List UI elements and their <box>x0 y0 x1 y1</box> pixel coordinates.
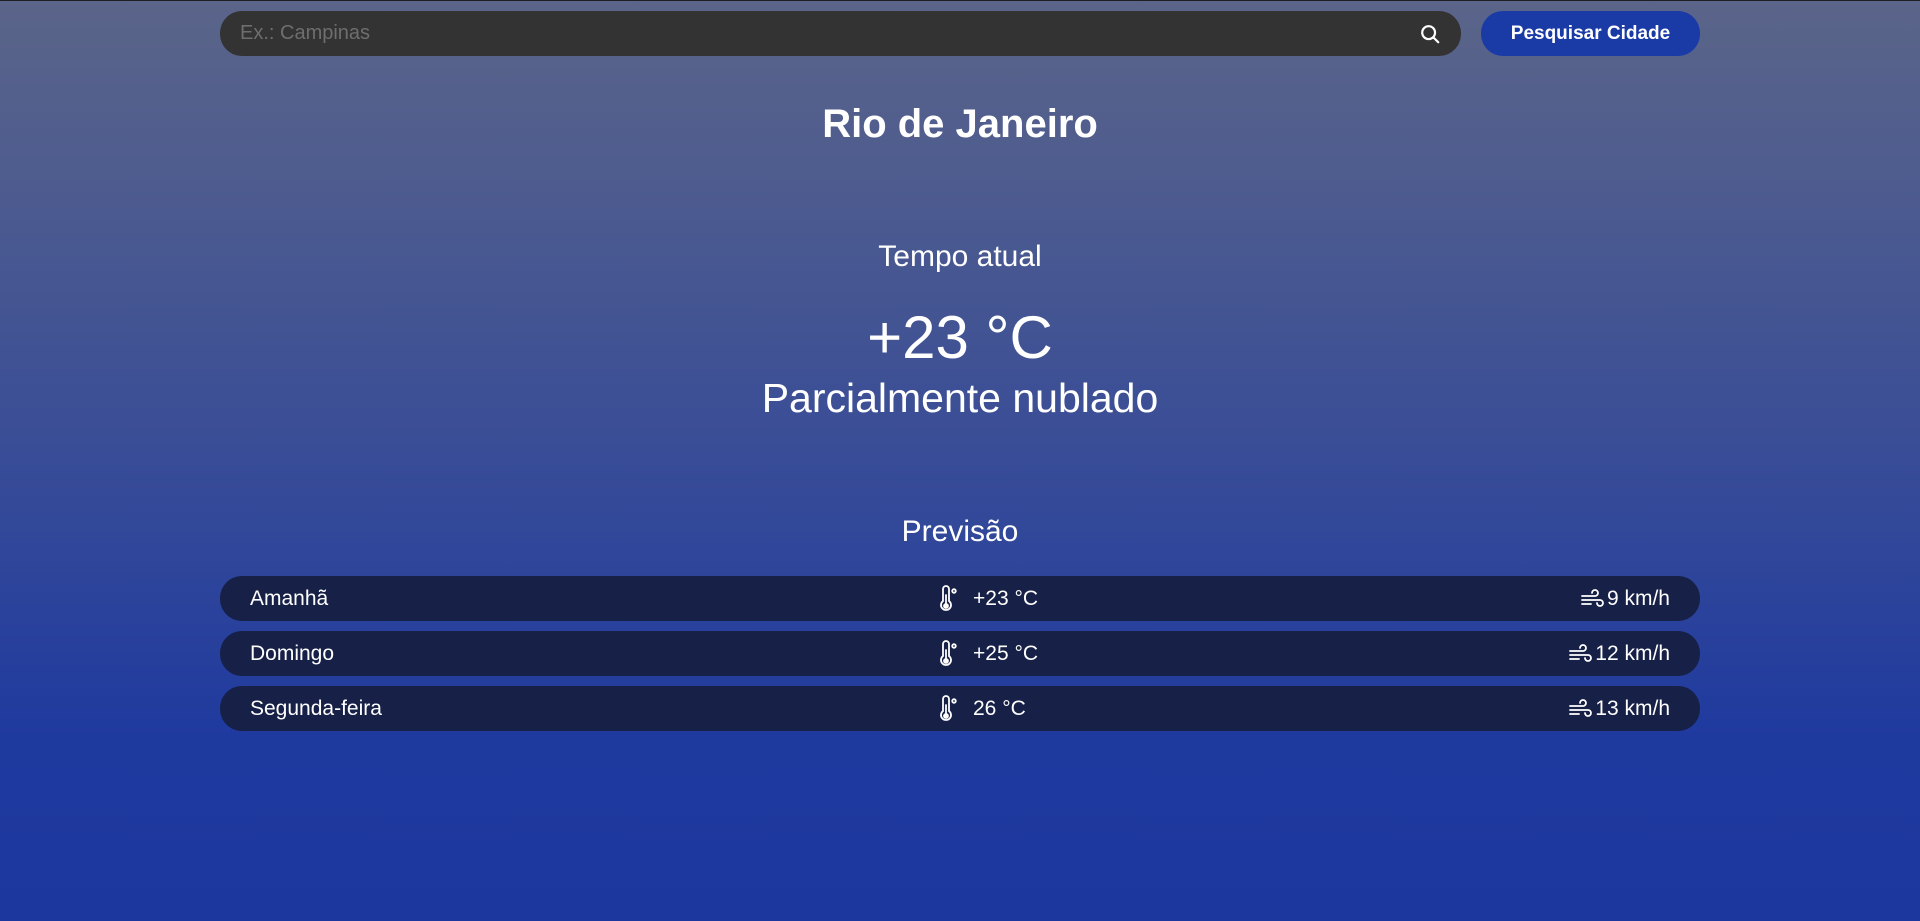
forecast-day: Domingo <box>250 642 335 665</box>
forecast-wind: 12 km/h <box>1595 641 1670 665</box>
current-weather-label: Tempo atual <box>878 240 1042 273</box>
forecast-temperature: +23 °C <box>973 586 1039 610</box>
forecast-day: Amanhã <box>250 587 329 610</box>
forecast-wind-group: 13 km/h <box>1567 686 1670 731</box>
forecast-wind-group: 12 km/h <box>1567 631 1670 676</box>
wind-icon <box>1567 641 1593 667</box>
forecast-temperature: 26 °C <box>973 696 1026 720</box>
forecast-wind: 13 km/h <box>1595 696 1670 720</box>
thermometer-icon <box>935 694 961 724</box>
wind-icon <box>1579 586 1605 612</box>
thermometer-icon <box>935 584 961 614</box>
forecast-list: Amanhã +23 °C 9 km/h Domingo +25 °C 12 k… <box>220 576 1700 741</box>
forecast-wind-group: 9 km/h <box>1579 576 1670 621</box>
forecast-row: Segunda-feira 26 °C 13 km/h <box>220 686 1700 731</box>
search-icon[interactable] <box>1417 21 1443 47</box>
wind-icon <box>1567 696 1593 722</box>
search-city-button[interactable]: Pesquisar Cidade <box>1481 11 1700 56</box>
search-bar <box>220 11 1461 56</box>
current-description: Parcialmente nublado <box>761 375 1159 421</box>
forecast-temperature-group: 26 °C <box>935 686 1063 731</box>
forecast-row: Domingo +25 °C 12 km/h <box>220 631 1700 676</box>
thermometer-icon <box>935 639 961 669</box>
forecast-row: Amanhã +23 °C 9 km/h <box>220 576 1700 621</box>
top-border <box>0 0 1920 1</box>
current-temperature: +23 °C <box>867 304 1053 371</box>
forecast-day: Segunda-feira <box>250 697 382 720</box>
forecast-temperature-group: +23 °C <box>935 576 1063 621</box>
city-title: Rio de Janeiro <box>822 102 1098 146</box>
forecast-title: Previsão <box>901 515 1019 548</box>
forecast-temperature: +25 °C <box>973 641 1039 665</box>
search-input[interactable] <box>240 22 1417 45</box>
forecast-wind: 9 km/h <box>1606 586 1670 610</box>
forecast-temperature-group: +25 °C <box>935 631 1063 676</box>
